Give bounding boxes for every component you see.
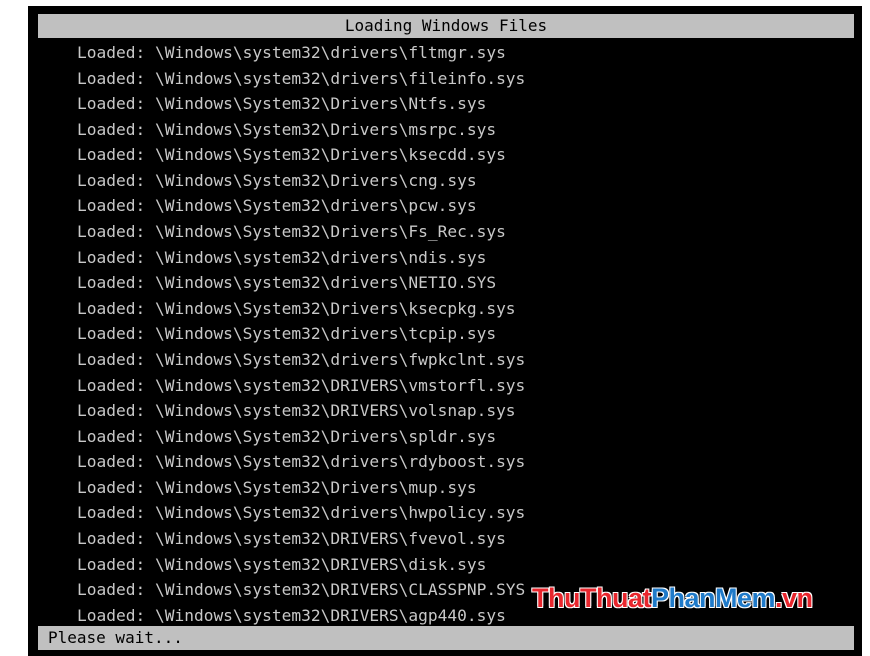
watermark-logo: ThuThuatPhanMem.vn [532,583,813,614]
loaded-file-row: Loaded: \Windows\System32\drivers\rdyboo… [77,452,526,472]
loaded-file-row: Loaded: \Windows\system32\DRIVERS\agp440… [77,605,506,625]
loaded-file-row: Loaded: \Windows\System32\Drivers\ksecdd… [77,145,506,165]
watermark-part: .vn [775,583,813,613]
loaded-file-row: Loaded: \Windows\System32\drivers\tcpip.… [77,324,497,344]
boot-screen: Loading Windows Files Loaded: \Windows\s… [28,6,862,656]
loaded-file-row: Loaded: \Windows\system32\drivers\fltmgr… [77,43,506,62]
watermark-part: Thuat [579,583,652,613]
loaded-file-row: Loaded: \Windows\system32\drivers\NETIO.… [77,273,497,293]
watermark-part: Mem [715,583,776,613]
loaded-files-list: Loaded: \Windows\system32\drivers\fltmgr… [77,40,525,628]
loaded-file-row: Loaded: \Windows\System32\Drivers\Ntfs.s… [77,94,487,114]
status-bar: Please wait... [38,626,854,650]
loaded-file-row: Loaded: \Windows\system32\DRIVERS\fvevol… [77,528,506,548]
loaded-file-row: Loaded: \Windows\system32\DRIVERS\disk.s… [77,554,487,574]
watermark-part: Thu [532,583,580,613]
loaded-file-row: Loaded: \Windows\System32\Drivers\cng.sy… [77,170,477,190]
loaded-file-row: Loaded: \Windows\System32\Drivers\msrpc.… [77,119,497,139]
loaded-file-row: Loaded: \Windows\System32\drivers\pcw.sy… [77,196,477,216]
loaded-file-row: Loaded: \Windows\System32\Drivers\mup.sy… [77,477,477,497]
title-bar: Loading Windows Files [38,14,854,38]
loaded-file-row: Loaded: \Windows\system32\DRIVERS\vmstor… [77,375,526,395]
watermark-part: Phan [650,583,716,613]
loaded-file-row: Loaded: \Windows\system32\DRIVERS\CLASSP… [77,580,526,600]
loaded-file-row: Loaded: \Windows\System32\drivers\fwpkcl… [77,349,526,369]
loaded-file-row: Loaded: \Windows\System32\Drivers\spldr.… [77,426,497,446]
loaded-file-row: Loaded: \Windows\system32\DRIVERS\volsna… [77,401,516,421]
loaded-file-row: Loaded: \Windows\system32\drivers\ndis.s… [77,247,487,267]
loaded-file-row: Loaded: \Windows\System32\Drivers\Fs_Rec… [77,222,506,242]
loaded-file-row: Loaded: \Windows\system32\drivers\filein… [77,68,526,88]
loaded-file-row: Loaded: \Windows\System32\drivers\hwpoli… [77,503,526,523]
loaded-file-row: Loaded: \Windows\System32\Drivers\ksecpk… [77,298,516,318]
